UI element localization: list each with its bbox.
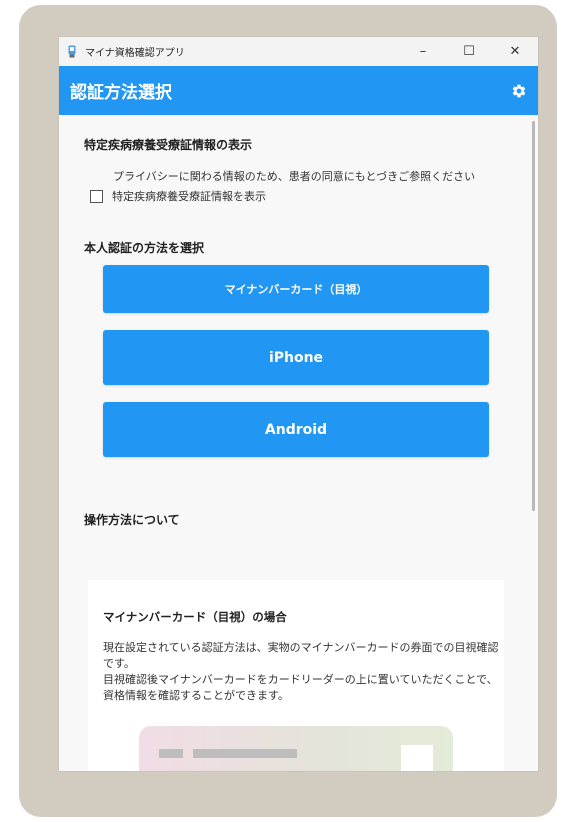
privacy-note: プライバシーに関わる情報のため、患者の同意にもとづきご参照ください [113,170,476,183]
special-disease-checkbox-label[interactable]: 特定疾病療養受療証情報を表示 [112,188,266,204]
operation-info-card: マイナンバーカード（目視）の場合 現在設定されている認証方法は、実物のマイナンバ… [88,580,504,771]
card-title: マイナンバーカード（目視）の場合 [103,610,287,624]
special-disease-title: 特定疾病療養受療証情報の表示 [84,138,253,152]
minimize-button[interactable]: – [400,37,446,66]
main-content[interactable]: 特定疾病療養受療証情報の表示 プライバシーに関わる情報のため、患者の同意にもとづ… [59,115,538,771]
page-title: 認証方法選択 [70,83,172,103]
app-window: マイナ資格確認アプリ – ☐ ✕ 認証方法選択 特定疾病療養受療証情報の表示 プ… [59,37,538,771]
mynumber-card-illustration [139,726,453,771]
window-title: マイナ資格確認アプリ [85,48,185,59]
app-icon [67,45,77,58]
iphone-button[interactable]: iPhone [103,330,489,385]
app-header: 認証方法選択 [59,66,538,115]
android-button[interactable]: Android [103,402,489,457]
window-titlebar[interactable]: マイナ資格確認アプリ – ☐ ✕ [59,37,538,66]
close-button[interactable]: ✕ [492,37,538,66]
maximize-button[interactable]: ☐ [446,37,492,66]
card-body: 現在設定されている認証方法は、実物のマイナンバーカードの券面での目視確認です。 … [103,641,499,702]
gear-icon[interactable] [509,81,529,101]
mynumber-card-button[interactable]: マイナンバーカード（目視） [103,265,489,313]
special-disease-checkbox[interactable] [90,189,103,203]
scrollbar-thumb[interactable] [532,121,535,511]
operation-title: 操作方法について [84,513,180,527]
special-disease-checkbox-row[interactable]: 特定疾病療養受療証情報を表示 [90,188,266,204]
auth-method-title: 本人認証の方法を選択 [84,241,205,255]
